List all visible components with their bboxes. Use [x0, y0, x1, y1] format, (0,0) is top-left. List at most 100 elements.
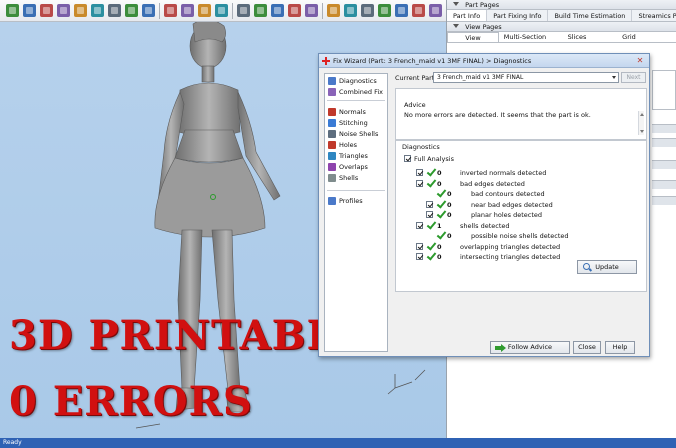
nav-item-label: Triangles: [339, 152, 368, 160]
noise-shells-icon: [328, 130, 336, 138]
fill-triangle-icon[interactable]: [74, 4, 87, 17]
diagnostic-checkbox[interactable]: [416, 179, 423, 187]
collapsed-section[interactable]: [652, 180, 676, 189]
arrow-axis-y-icon[interactable]: [344, 4, 357, 17]
update-label: Update: [595, 263, 619, 271]
close-button[interactable]: Close: [573, 341, 601, 354]
full-analysis-label: Full Analysis: [414, 155, 454, 163]
cube-view-bottom-icon[interactable]: [288, 4, 301, 17]
diagnostic-checkbox[interactable]: [426, 211, 433, 218]
nav-item-triangles[interactable]: Triangles: [328, 151, 368, 161]
help-button[interactable]: Help: [605, 341, 635, 354]
collapsed-section[interactable]: [652, 138, 676, 147]
magnifier-icon: [583, 263, 590, 270]
tab-multi-section[interactable]: Multi-Section: [499, 32, 551, 42]
diagnostic-label: possible noise shells detected: [471, 232, 569, 240]
nav-item-label: Combined Fix: [339, 88, 384, 96]
nav-item-shells[interactable]: Shells: [328, 173, 358, 183]
cube-view-iso-icon[interactable]: [305, 4, 318, 17]
overlay-subtitle: 0 ERRORS: [9, 378, 253, 425]
update-button[interactable]: Update: [577, 260, 637, 274]
cube-view-side-icon[interactable]: [254, 4, 267, 17]
nav-item-overlaps[interactable]: Overlaps: [328, 162, 368, 172]
next-button[interactable]: Next: [621, 72, 646, 83]
collapse-triangle-icon: [453, 2, 459, 6]
collapsed-section[interactable]: [652, 196, 676, 205]
diagnostic-checkbox[interactable]: [416, 169, 423, 176]
tab-view[interactable]: View: [447, 32, 499, 42]
profiles-icon: [328, 197, 336, 205]
arrow-axis-z-icon[interactable]: [361, 4, 374, 17]
hollow-icon[interactable]: [429, 4, 442, 17]
lasso-select-icon[interactable]: [6, 4, 19, 17]
view-pages-header[interactable]: View Pages: [447, 22, 676, 32]
diagnostic-label: planar holes detected: [471, 211, 543, 219]
part-pages-header[interactable]: Part Pages: [447, 0, 676, 10]
tab-grid[interactable]: Grid: [603, 32, 655, 42]
curve-edit-icon[interactable]: [91, 4, 104, 17]
triangle-select-icon[interactable]: [40, 4, 53, 17]
translate-icon[interactable]: [198, 4, 211, 17]
tab-build-time-estimation[interactable]: Build Time Estimation: [548, 10, 633, 21]
nav-item-combined-fix[interactable]: Combined Fix: [328, 87, 383, 97]
nav-item-stitching[interactable]: Stitching: [328, 118, 368, 128]
tab-part-info[interactable]: Part Info: [447, 10, 488, 21]
diagnostic-count: 0: [447, 200, 452, 209]
green-check-icon: [436, 189, 445, 198]
dialog-title-bar[interactable]: Fix Wizard (Part: 3 French_maid v1 3MF F…: [319, 54, 649, 68]
close-icon[interactable]: ✕: [634, 56, 646, 65]
section-icon[interactable]: [125, 4, 138, 17]
part-pages-tabs: Part Info Part Fixing Info Build Time Es…: [447, 10, 676, 22]
repair-shape-icon[interactable]: [142, 4, 155, 17]
flip-icon[interactable]: [412, 4, 425, 17]
tab-part-fixing-info[interactable]: Part Fixing Info: [487, 10, 549, 21]
diagnostic-checkbox[interactable]: [416, 221, 423, 229]
green-check-icon: [436, 200, 445, 209]
diagnostic-checkbox[interactable]: [426, 200, 433, 208]
diagnostic-count: 0: [437, 179, 442, 188]
rotate-icon[interactable]: [181, 4, 194, 17]
combined-fix-icon: [328, 88, 336, 96]
green-check-icon: [436, 210, 445, 219]
stitching-icon: [328, 119, 336, 127]
brush-icon[interactable]: [108, 4, 121, 17]
diagnostic-label: near bad edges detected: [471, 200, 553, 209]
green-check-icon: [426, 252, 435, 261]
text-label-icon[interactable]: [395, 4, 408, 17]
nav-item-diagnostics[interactable]: Diagnostics: [328, 76, 377, 86]
cube-view-front-icon[interactable]: [237, 4, 250, 17]
nav-divider: [327, 190, 385, 191]
surface-select-icon[interactable]: [57, 4, 70, 17]
arrow-axis-x-icon[interactable]: [327, 4, 340, 17]
advice-text: No more errors are detected. It seems th…: [404, 111, 591, 119]
nav-item-normals[interactable]: Normals: [328, 107, 366, 117]
current-part-select[interactable]: 3 French_maid v1 3MF FINAL: [433, 72, 619, 83]
full-analysis-checkbox[interactable]: [404, 155, 411, 162]
collapsed-section[interactable]: [652, 160, 676, 169]
nav-item-noise-shells[interactable]: Noise Shells: [328, 129, 378, 139]
diagnostic-count: 1: [437, 221, 442, 230]
chevron-down-icon: [612, 76, 616, 79]
diagnostic-count: 0: [447, 211, 452, 219]
advice-title: Advice: [404, 101, 426, 109]
follow-advice-button[interactable]: Follow Advice: [490, 341, 570, 354]
scale-icon[interactable]: [215, 4, 228, 17]
diagnostics-title: Diagnostics: [402, 143, 440, 151]
cube-view-top-icon[interactable]: [271, 4, 284, 17]
dialog-title: Fix Wizard (Part: 3 French_maid v1 3MF F…: [333, 57, 532, 65]
measure-icon[interactable]: [378, 4, 391, 17]
diagnostic-checkbox[interactable]: [416, 253, 423, 260]
diagnostic-checkbox[interactable]: [416, 242, 423, 250]
nav-item-holes[interactable]: Holes: [328, 140, 357, 150]
tab-slices[interactable]: Slices: [551, 32, 603, 42]
status-bar: Ready: [0, 438, 676, 448]
stitch-icon[interactable]: [164, 4, 177, 17]
select-plane-icon[interactable]: [23, 4, 36, 17]
nav-item-profiles[interactable]: Profiles: [328, 196, 363, 206]
green-check-icon: [426, 242, 435, 251]
tab-streamics-part[interactable]: Streamics Part Ta: [632, 10, 676, 21]
advice-scrollbar[interactable]: [638, 111, 644, 135]
diagnostic-label: shells detected: [460, 221, 510, 230]
diagnostics-box: Diagnostics Full Analysis 0 inverted norm…: [395, 140, 647, 292]
collapsed-section[interactable]: [652, 124, 676, 133]
